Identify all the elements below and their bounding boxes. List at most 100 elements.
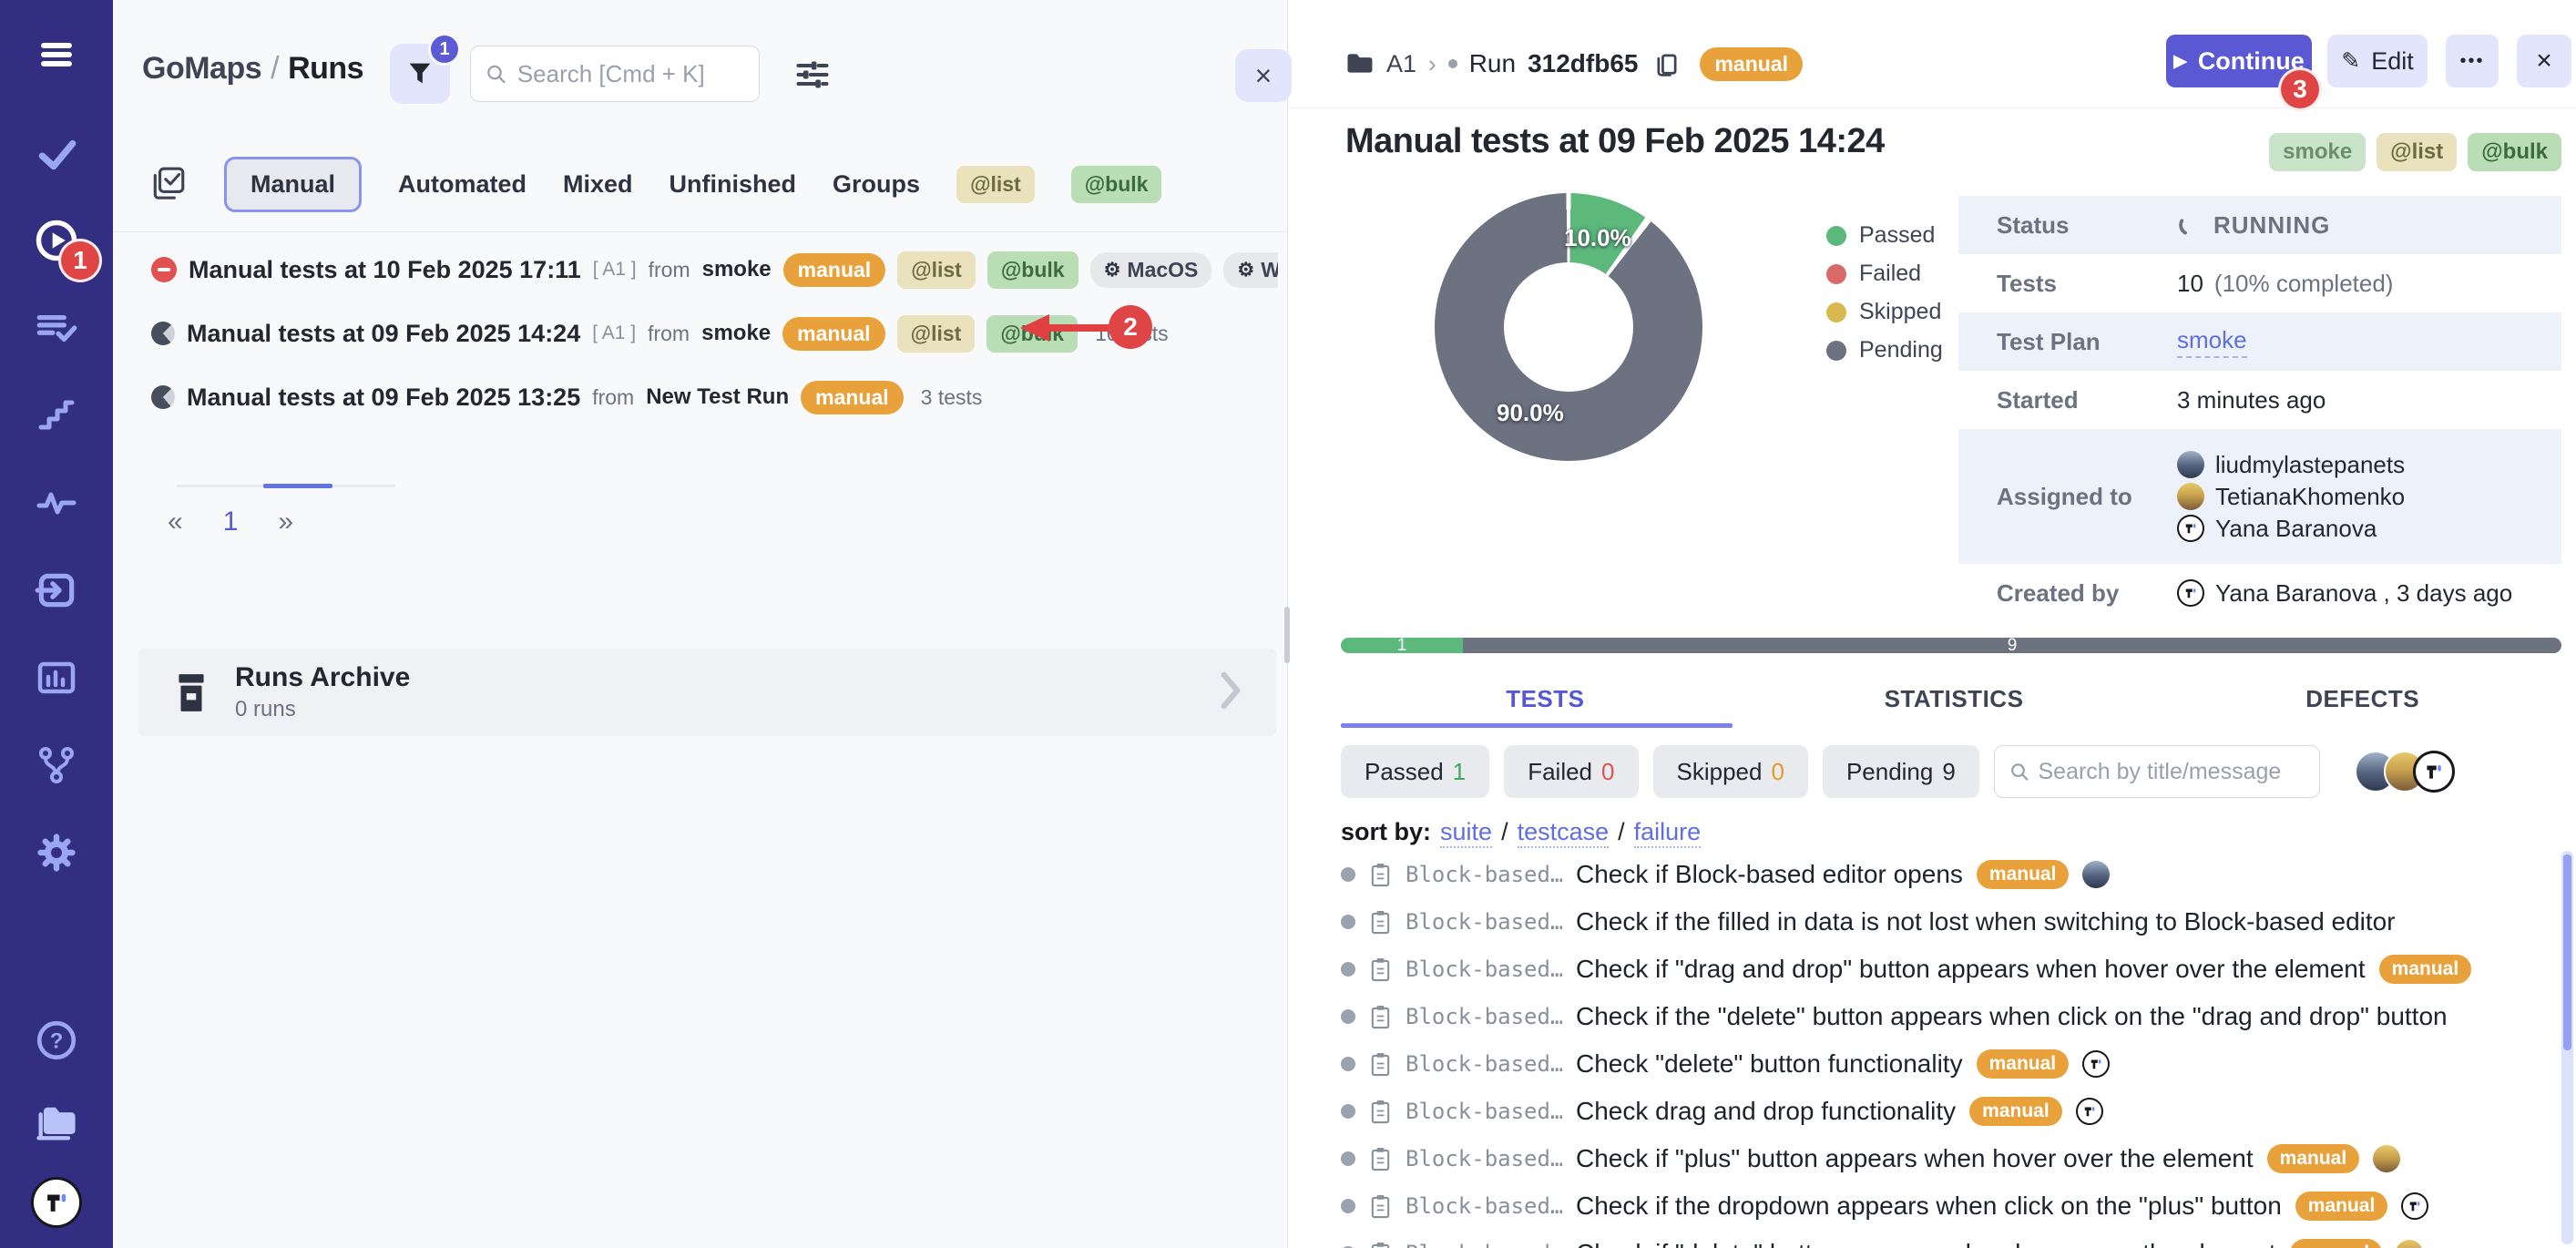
info-row-created: Created by Yana Baranova , 3 days ago <box>1958 564 2561 622</box>
view-settings-icon[interactable] <box>794 56 831 97</box>
assignee-name: Yana Baranova <box>2215 515 2377 543</box>
avatar <box>2396 1240 2423 1248</box>
tag-filter-bulk[interactable]: @bulk <box>1071 166 1162 203</box>
info-row-tests: Tests 10(10% completed) <box>1958 254 2561 312</box>
help-icon[interactable]: ? <box>33 1017 80 1064</box>
manual-badge: manual <box>782 317 885 351</box>
pagination-next[interactable]: » <box>278 506 293 537</box>
check-icon[interactable] <box>33 129 80 177</box>
activity-icon[interactable] <box>33 479 80 527</box>
archive-icon <box>171 671 211 713</box>
test-row[interactable]: Block-based… Check if Block-based editor… <box>1330 851 2576 898</box>
gear-icon: ⚙ <box>1237 259 1254 281</box>
more-actions-button[interactable]: ••• <box>2446 35 2499 87</box>
run-row-1[interactable]: Manual tests at 10 Feb 2025 17:11 [ A1 ]… <box>140 240 1278 299</box>
tests-count: 10 <box>2177 270 2203 298</box>
archive-title: Runs Archive <box>235 662 410 693</box>
app-sidebar: ? <box>0 0 113 1248</box>
test-title: Check if the dropdown appears when click… <box>1576 1192 2282 1221</box>
close-detail-button[interactable]: × <box>2517 35 2571 87</box>
gear-icon[interactable] <box>33 829 80 876</box>
runs-archive-row[interactable]: Runs Archive 0 runs <box>138 649 1276 736</box>
divider <box>1289 107 2576 108</box>
search-icon <box>2009 761 2029 783</box>
test-row[interactable]: Block-based… Check if the filled in data… <box>1330 898 2576 946</box>
sort-by-failure[interactable]: failure <box>1634 818 1702 848</box>
tab-tests[interactable]: TESTS <box>1341 685 1750 713</box>
sign-in-icon[interactable] <box>33 567 80 614</box>
test-row[interactable]: Block-based… Check drag and drop functio… <box>1330 1088 2576 1135</box>
manual-badge: manual <box>1969 1097 2062 1126</box>
list-tag[interactable]: @list <box>2377 133 2457 171</box>
tests-scrollbar[interactable] <box>2561 851 2573 1244</box>
tab-mixed[interactable]: Mixed <box>563 170 633 199</box>
assignee-avatar-group[interactable] <box>2355 751 2455 793</box>
test-row[interactable]: Block-based… Check if the "delete" butto… <box>1330 993 2576 1040</box>
assignee-name: liudmylastepanets <box>2215 451 2405 479</box>
filter-passed-button[interactable]: Passed1 <box>1341 745 1489 798</box>
stopped-status-icon <box>151 257 177 282</box>
pencil-icon: ✎ <box>2341 47 2360 75</box>
bar-chart-icon[interactable] <box>33 654 80 701</box>
info-row-plan: Test Plan smoke <box>1958 312 2561 371</box>
donut-pending-label: 90.0% <box>1497 399 1564 427</box>
run-row-3[interactable]: Manual tests at 09 Feb 2025 13:25 from N… <box>140 368 1278 426</box>
list-check-icon[interactable] <box>33 304 80 352</box>
avatar <box>2076 1098 2103 1125</box>
copy-icon[interactable] <box>1653 49 1681 78</box>
test-suite: Block-based… <box>1406 1241 1562 1248</box>
pending-dot-icon <box>1341 1199 1355 1213</box>
progress-passed-segment: 1 <box>1341 638 1463 653</box>
test-row[interactable]: Block-based… Check "delete" button funct… <box>1330 1040 2576 1088</box>
pagination-track <box>177 485 395 487</box>
tab-groups[interactable]: Groups <box>833 170 920 199</box>
run-title: Manual tests at 09 Feb 2025 13:25 <box>187 384 580 412</box>
close-runs-panel-button[interactable]: × <box>1235 49 1292 102</box>
pagination-prev[interactable]: « <box>168 506 183 537</box>
manual-badge: manual <box>801 381 904 414</box>
sort-by-suite[interactable]: suite <box>1440 818 1492 848</box>
search-input[interactable] <box>517 60 744 88</box>
test-row[interactable]: Block-based… Check if "plus" button appe… <box>1330 1135 2576 1182</box>
tests-search-input[interactable] <box>2038 759 2304 785</box>
tag-filter-list[interactable]: @list <box>956 166 1035 203</box>
tab-statistics[interactable]: STATISTICS <box>1750 685 2159 713</box>
smoke-tag[interactable]: smoke <box>2269 133 2366 171</box>
avatar <box>2177 483 2204 510</box>
steps-icon[interactable] <box>33 392 80 439</box>
tab-defects[interactable]: DEFECTS <box>2158 685 2567 713</box>
filter-button[interactable]: 1 <box>390 44 450 104</box>
test-plan-link[interactable]: smoke <box>2177 326 2247 358</box>
sort-by-testcase[interactable]: testcase <box>1518 818 1610 848</box>
profile-logo-avatar[interactable] <box>31 1177 82 1228</box>
breadcrumb-suite[interactable]: A1 <box>1386 50 1416 78</box>
clipboard-icon <box>1369 1241 1392 1248</box>
tab-manual[interactable]: Manual <box>224 157 362 212</box>
filter-pending-button[interactable]: Pending9 <box>1823 745 1979 798</box>
panel-drag-handle[interactable] <box>1284 607 1290 663</box>
pending-dot-icon <box>1341 915 1355 929</box>
test-title: Check if "delete" button appears when ho… <box>1576 1239 2276 1248</box>
pagination-page-1[interactable]: 1 <box>223 506 239 537</box>
filter-failed-button[interactable]: Failed0 <box>1504 745 1638 798</box>
windows-badge: ⚙Windows <box>1223 252 1278 288</box>
test-row[interactable]: Block-based… Check if the dropdown appea… <box>1330 1182 2576 1230</box>
test-row[interactable]: Block-based… Check if "drag and drop" bu… <box>1330 946 2576 993</box>
run-tags: smoke @list @bulk <box>2269 133 2561 171</box>
tab-unfinished[interactable]: Unfinished <box>670 170 797 199</box>
scrollbar-thumb[interactable] <box>2563 854 2571 1050</box>
legend-failed: Failed <box>1826 261 1943 287</box>
edit-button[interactable]: ✎ Edit <box>2327 35 2428 87</box>
test-row[interactable]: Block-based… Check if "delete" button ap… <box>1330 1230 2576 1248</box>
breadcrumb-project[interactable]: GoMaps <box>142 51 261 86</box>
menu-icon[interactable] <box>33 31 80 78</box>
clipboard-icon <box>1369 1193 1392 1220</box>
clipboard-icon <box>1369 1051 1392 1078</box>
bulk-tag[interactable]: @bulk <box>2468 133 2561 171</box>
select-all-icon[interactable] <box>149 165 188 203</box>
folder-icon[interactable] <box>33 1099 80 1146</box>
tab-automated[interactable]: Automated <box>398 170 526 199</box>
annotation-badge-3: 3 <box>2278 67 2322 111</box>
git-branch-icon[interactable] <box>33 742 80 789</box>
filter-skipped-button[interactable]: Skipped0 <box>1653 745 1808 798</box>
